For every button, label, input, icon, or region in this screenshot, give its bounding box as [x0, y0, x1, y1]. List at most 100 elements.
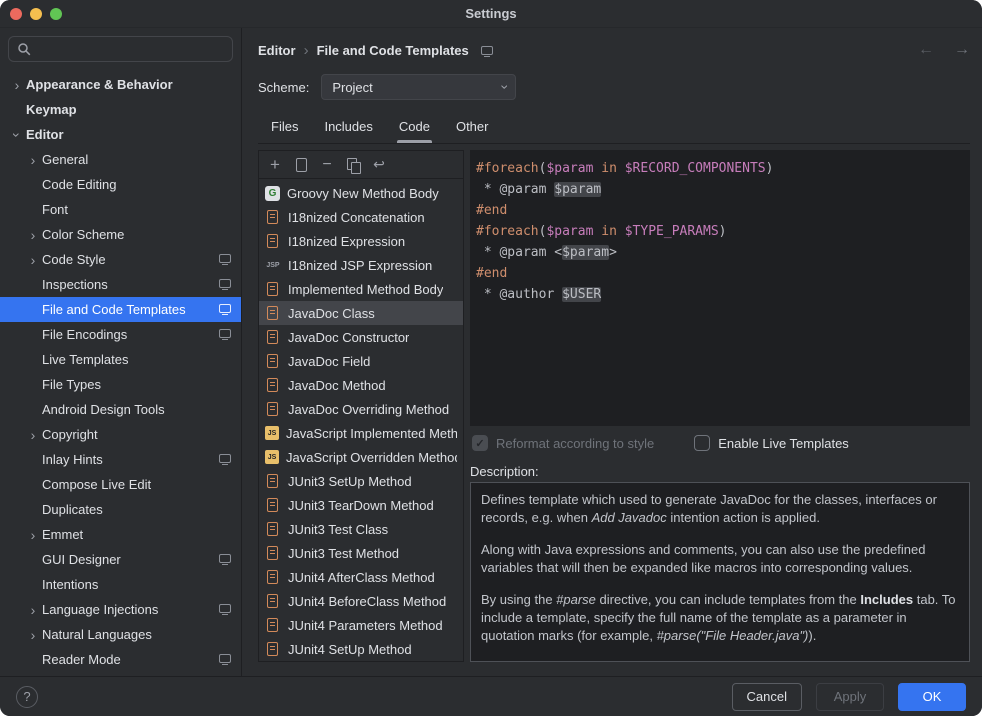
- sidebar-item-code-editing[interactable]: Code Editing: [0, 172, 241, 197]
- template-icon: [267, 642, 278, 656]
- template-item-label: I18nized Expression: [288, 234, 405, 249]
- tab-code[interactable]: Code: [386, 110, 443, 143]
- forward-arrow-icon[interactable]: [954, 41, 970, 59]
- help-button[interactable]: ?: [16, 686, 38, 708]
- sidebar-item-language-injections[interactable]: ›Language Injections: [0, 597, 241, 622]
- chevron-right-icon[interactable]: ›: [24, 252, 42, 268]
- description-segment: ).: [808, 628, 816, 643]
- zoom-button[interactable]: [50, 8, 62, 20]
- tab-includes[interactable]: Includes: [311, 110, 385, 143]
- chevron-right-icon[interactable]: ›: [24, 527, 42, 543]
- code-token: $TYPE_PARAMS: [625, 224, 719, 239]
- ok-button[interactable]: OK: [898, 683, 966, 711]
- sidebar-item-appearance-behavior[interactable]: ›Appearance & Behavior: [0, 72, 241, 97]
- template-item-junit4-afterclass-method[interactable]: JUnit4 AfterClass Method: [259, 565, 463, 589]
- scheme-select[interactable]: Project: [321, 74, 516, 100]
- sidebar-item-label: Inspections: [42, 277, 108, 292]
- template-item-implemented-method-body[interactable]: Implemented Method Body: [259, 277, 463, 301]
- template-item-junit3-setup-method[interactable]: JUnit3 SetUp Method: [259, 469, 463, 493]
- apply-button[interactable]: Apply: [816, 683, 884, 711]
- template-item-javadoc-overriding-method[interactable]: JavaDoc Overriding Method: [259, 397, 463, 421]
- template-item-javadoc-constructor[interactable]: JavaDoc Constructor: [259, 325, 463, 349]
- description-segment: By using the: [481, 592, 556, 607]
- breadcrumb-editor[interactable]: Editor: [258, 43, 296, 58]
- sidebar-item-label: File and Code Templates: [42, 302, 186, 317]
- settings-search-field[interactable]: [8, 36, 233, 62]
- sidebar-item-live-templates[interactable]: Live Templates: [0, 347, 241, 372]
- chevron-right-icon[interactable]: ›: [24, 602, 42, 618]
- template-editor[interactable]: #foreach($param in $RECORD_COMPONENTS) *…: [470, 150, 970, 426]
- sidebar-item-file-and-code-templates[interactable]: File and Code Templates: [0, 297, 241, 322]
- sidebar-item-android-design-tools[interactable]: Android Design Tools: [0, 397, 241, 422]
- remove-template-icon[interactable]: [315, 154, 339, 176]
- sidebar-item-intentions[interactable]: Intentions: [0, 572, 241, 597]
- template-item-i18nized-jsp-expression[interactable]: JSPI18nized JSP Expression: [259, 253, 463, 277]
- template-item-javadoc-method[interactable]: JavaDoc Method: [259, 373, 463, 397]
- template-item-junit4-setup-method[interactable]: JUnit4 SetUp Method: [259, 637, 463, 661]
- template-item-junit4-beforeclass-method[interactable]: JUnit4 BeforeClass Method: [259, 589, 463, 613]
- sidebar-item-general[interactable]: ›General: [0, 147, 241, 172]
- sidebar-item-natural-languages[interactable]: ›Natural Languages: [0, 622, 241, 647]
- add-template-icon[interactable]: [263, 154, 287, 176]
- sidebar-item-font[interactable]: Font: [0, 197, 241, 222]
- sidebar-item-file-encodings[interactable]: File Encodings: [0, 322, 241, 347]
- reset-template-icon[interactable]: [367, 154, 391, 176]
- sidebar-item-duplicates[interactable]: Duplicates: [0, 497, 241, 522]
- add-child-template-icon[interactable]: [289, 154, 313, 176]
- sidebar-item-inspections[interactable]: Inspections: [0, 272, 241, 297]
- footer-buttons: Cancel Apply OK: [732, 683, 966, 711]
- sidebar-item-label: Intentions: [42, 577, 98, 592]
- search-input[interactable]: [37, 42, 224, 57]
- sidebar-item-gui-designer[interactable]: GUI Designer: [0, 547, 241, 572]
- chevron-right-icon[interactable]: ›: [24, 227, 42, 243]
- chevron-right-icon[interactable]: ›: [24, 627, 42, 643]
- sidebar-item-label: Emmet: [42, 527, 83, 542]
- sidebar-item-compose-live-edit[interactable]: Compose Live Edit: [0, 472, 241, 497]
- template-item-junit3-teardown-method[interactable]: JUnit3 TearDown Method: [259, 493, 463, 517]
- template-item-javascript-overridden-method-body[interactable]: JSJavaScript Overridden Method Body: [259, 445, 463, 469]
- minimize-button[interactable]: [30, 8, 42, 20]
- description-segment: Along with Java expressions and comments…: [481, 542, 925, 575]
- tab-other[interactable]: Other: [443, 110, 502, 143]
- cancel-button[interactable]: Cancel: [732, 683, 802, 711]
- template-item-i18nized-expression[interactable]: I18nized Expression: [259, 229, 463, 253]
- template-item-junit3-test-method[interactable]: JUnit3 Test Method: [259, 541, 463, 565]
- template-item-javascript-implemented-method-body[interactable]: JSJavaScript Implemented Method Body: [259, 421, 463, 445]
- sidebar-item-label: Font: [42, 202, 68, 217]
- chevron-down-icon[interactable]: ›: [9, 126, 25, 144]
- template-item-groovy-new-method-body[interactable]: GGroovy New Method Body: [259, 181, 463, 205]
- close-button[interactable]: [10, 8, 22, 20]
- reformat-checkbox[interactable]: ✓ Reformat according to style: [472, 435, 654, 451]
- chevron-right-icon[interactable]: ›: [24, 152, 42, 168]
- template-item-junit3-test-class[interactable]: JUnit3 Test Class: [259, 517, 463, 541]
- description-paragraph: By using the #parse directive, you can i…: [481, 591, 959, 645]
- sidebar-item-label: File Encodings: [42, 327, 127, 342]
- sidebar-item-editor[interactable]: ›Editor: [0, 122, 241, 147]
- description-box[interactable]: Defines template which used to generate …: [470, 482, 970, 662]
- template-item-junit4-parameters-method[interactable]: JUnit4 Parameters Method: [259, 613, 463, 637]
- chevron-right-icon[interactable]: ›: [24, 427, 42, 443]
- template-item-i18nized-concatenation[interactable]: I18nized Concatenation: [259, 205, 463, 229]
- sidebar-item-code-style[interactable]: ›Code Style: [0, 247, 241, 272]
- dialog-footer: ? Cancel Apply OK: [0, 676, 982, 716]
- templates-content: GGroovy New Method Body I18nized Concaten…: [258, 144, 970, 676]
- template-item-javadoc-field[interactable]: JavaDoc Field: [259, 349, 463, 373]
- sidebar-item-file-types[interactable]: File Types: [0, 372, 241, 397]
- enable-live-templates-checkbox[interactable]: Enable Live Templates: [694, 435, 849, 451]
- template-toolbar: [259, 151, 463, 179]
- sidebar-item-keymap[interactable]: Keymap: [0, 97, 241, 122]
- back-arrow-icon[interactable]: [918, 41, 934, 59]
- template-item-javadoc-class[interactable]: JavaDoc Class: [259, 301, 463, 325]
- sidebar-item-copyright[interactable]: ›Copyright: [0, 422, 241, 447]
- sidebar-item-reader-mode[interactable]: Reader Mode: [0, 647, 241, 672]
- sidebar-item-emmet[interactable]: ›Emmet: [0, 522, 241, 547]
- code-token: * @param: [476, 182, 554, 197]
- sidebar-item-color-scheme[interactable]: ›Color Scheme: [0, 222, 241, 247]
- sidebar-item-label: Reader Mode: [42, 652, 121, 667]
- sidebar-item-inlay-hints[interactable]: Inlay Hints: [0, 447, 241, 472]
- code-token: >: [609, 245, 617, 260]
- template-item-label: I18nized Concatenation: [288, 210, 425, 225]
- chevron-right-icon[interactable]: ›: [8, 77, 26, 93]
- tab-files[interactable]: Files: [258, 110, 311, 143]
- copy-template-icon[interactable]: [341, 154, 365, 176]
